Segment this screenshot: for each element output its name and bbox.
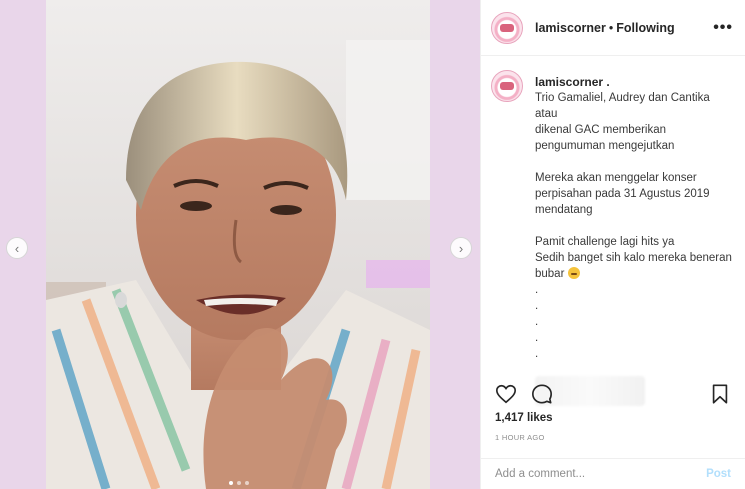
header-separator: • [608,20,614,35]
caption-line: perpisahan pada 31 Agustus 2019 [535,188,710,200]
caption-line-with-emoji: bubar [535,266,735,282]
carousel-next-button[interactable]: › [450,237,472,259]
like-button[interactable] [495,383,517,405]
post-sidebar: lamiscorner • Following ••• lamiscorner … [480,0,745,489]
avatar[interactable] [491,11,523,44]
caption-line: Trio Gamaliel, Audrey dan Cantika atau [535,92,710,120]
following-button[interactable]: Following [616,21,674,35]
bookmark-icon [712,384,728,404]
carousel-dot [229,481,233,485]
video-frame-illustration [46,0,430,489]
carousel-indicator [229,481,249,485]
caption-dot: . [535,300,539,312]
caption-username-link[interactable]: lamiscorner . [535,74,735,90]
caption-avatar[interactable] [491,70,523,102]
post-header: lamiscorner • Following ••• [481,0,745,56]
chevron-left-icon: ‹ [14,240,20,256]
comment-button[interactable] [531,383,553,405]
caption-line: Mereka akan menggelar konser [535,172,697,184]
save-button[interactable] [709,383,731,405]
carousel-prev-button[interactable]: ‹ [6,237,28,259]
caption-body: lamiscorner . Trio Gamaliel, Audrey dan … [535,68,735,406]
caption-line: Sedih banget sih kalo mereka beneran [535,252,732,264]
caption-line: Pamit challenge lagi hits ya [535,236,675,248]
comment-input[interactable] [495,468,701,480]
post-video[interactable] [46,0,430,489]
avatar-logo-icon [500,23,514,32]
action-bar [495,378,731,410]
carousel-dot [245,481,249,485]
chevron-right-icon: › [458,240,464,256]
avatar-logo-icon [500,82,514,90]
caption-line: dikenal GAC memberikan [535,124,667,136]
caption-text: bubar [535,268,565,280]
caption: lamiscorner . Trio Gamaliel, Audrey dan … [491,68,739,406]
comment-icon [532,384,552,404]
comment-bar: Post [481,458,745,489]
sad-face-emoji-icon [567,267,580,279]
carousel-dot [237,481,241,485]
caption-line: mendatang [535,204,593,216]
post-comment-button[interactable]: Post [706,468,731,480]
header-username-link[interactable]: lamiscorner [535,21,606,35]
more-options-icon[interactable]: ••• [713,19,733,37]
caption-dot: . [535,348,539,360]
caption-dot: . [535,284,539,296]
heart-icon [496,384,516,404]
likes-count[interactable]: 1,417 likes [495,412,553,424]
media-stage: ‹ › [0,0,480,489]
caption-dot: . [535,332,539,344]
caption-line: pengumuman mengejutkan [535,140,675,152]
caption-dot: . [535,316,539,328]
post-timestamp[interactable]: 1 HOUR AGO [495,433,545,442]
